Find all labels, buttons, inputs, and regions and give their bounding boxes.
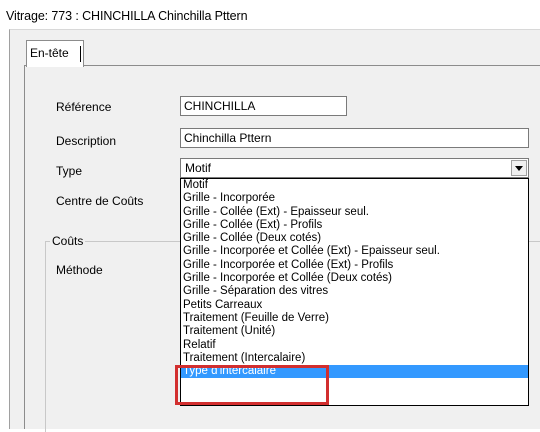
- dropdown-option[interactable]: Traitement (Unité): [181, 325, 528, 338]
- dropdown-button[interactable]: [511, 160, 527, 176]
- dropdown-option[interactable]: Grille - Incorporée et Collée (Ext) - Pr…: [181, 259, 528, 272]
- dropdown-option[interactable]: Grille - Incorporée et Collée (Ext) - Ep…: [181, 245, 528, 258]
- dropdown-option[interactable]: Petits Carreaux: [181, 299, 528, 312]
- dropdown-option[interactable]: Motif: [181, 179, 528, 192]
- reference-label: Référence: [56, 100, 112, 114]
- dropdown-option[interactable]: Grille - Incorporée et Collée (Deux coté…: [181, 272, 528, 285]
- dropdown-option[interactable]: Grille - Incorporée: [181, 192, 528, 205]
- description-field[interactable]: Chinchilla Pttern: [180, 128, 529, 148]
- couts-group-title: Coûts: [50, 234, 86, 248]
- tab-en-tete[interactable]: En-tête: [26, 40, 84, 67]
- description-label: Description: [56, 134, 117, 148]
- dropdown-option[interactable]: Traitement (Intercalaire): [181, 352, 528, 365]
- dropdown-option[interactable]: Grille - Collée (Ext) - Epaisseur seul.: [181, 206, 528, 219]
- dropdown-option[interactable]: Grille - Collée (Deux cotés): [181, 232, 528, 245]
- type-select[interactable]: Motif: [180, 158, 529, 178]
- tab-divider: [80, 46, 81, 62]
- dropdown-option[interactable]: Relatif: [181, 339, 528, 352]
- centre-de-couts-label: Centre de Coûts: [56, 194, 144, 208]
- methode-label: Méthode: [56, 263, 103, 277]
- chevron-down-icon: [515, 166, 523, 171]
- dropdown-option[interactable]: Traitement (Feuille de Verre): [181, 312, 528, 325]
- reference-field[interactable]: CHINCHILLA: [180, 96, 347, 116]
- dropdown-option[interactable]: Grille - Séparation des vitres: [181, 285, 528, 298]
- dropdown-option[interactable]: Grille - Collée (Ext) - Profils: [181, 219, 528, 232]
- type-label: Type: [56, 164, 83, 178]
- type-select-value: Motif: [185, 161, 212, 175]
- window-title: Vitrage: 773 : CHINCHILLA Chinchilla Ptt…: [6, 9, 248, 23]
- annotation-highlight-box: [175, 365, 329, 405]
